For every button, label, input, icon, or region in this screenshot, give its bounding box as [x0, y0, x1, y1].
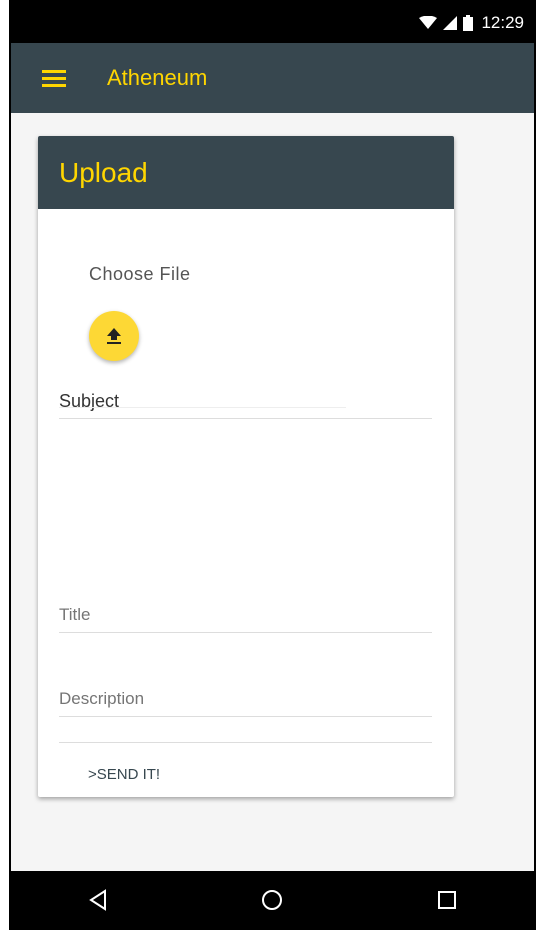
wifi-icon	[419, 15, 438, 29]
home-icon	[262, 889, 283, 910]
choose-file-label: Choose File	[89, 264, 191, 284]
back-button[interactable]	[68, 880, 128, 920]
card-header: Upload	[38, 136, 454, 209]
description-input[interactable]	[59, 689, 432, 709]
subject-label: Subject	[59, 391, 120, 411]
status-time: 12:29	[481, 12, 524, 32]
subject-underline	[59, 407, 346, 408]
subject-field[interactable]: Subject	[59, 391, 432, 419]
home-button[interactable]	[242, 880, 302, 920]
signal-icon	[443, 15, 458, 30]
phone-frame: 12:29 Atheneum Upload Choose File Subjec…	[9, 0, 536, 930]
menu-button[interactable]	[39, 63, 69, 93]
status-icons	[419, 14, 474, 31]
title-input[interactable]	[59, 605, 432, 625]
menu-icon	[42, 70, 66, 87]
app-bar: Atheneum	[11, 43, 534, 113]
description-field[interactable]	[59, 689, 432, 717]
status-bar: 12:29	[11, 2, 534, 43]
upload-button[interactable]	[89, 311, 139, 361]
upload-card: Upload Choose File Subject >SEND IT!	[38, 136, 454, 797]
battery-icon	[463, 14, 474, 31]
nav-bar	[11, 871, 534, 928]
back-icon	[89, 888, 107, 911]
app-title: Atheneum	[107, 65, 208, 90]
upload-icon	[107, 328, 121, 344]
title-field[interactable]	[59, 605, 432, 633]
send-button[interactable]: >SEND IT!	[88, 766, 160, 783]
recents-button[interactable]	[417, 880, 477, 920]
divider	[59, 742, 432, 743]
recents-icon	[437, 890, 456, 909]
